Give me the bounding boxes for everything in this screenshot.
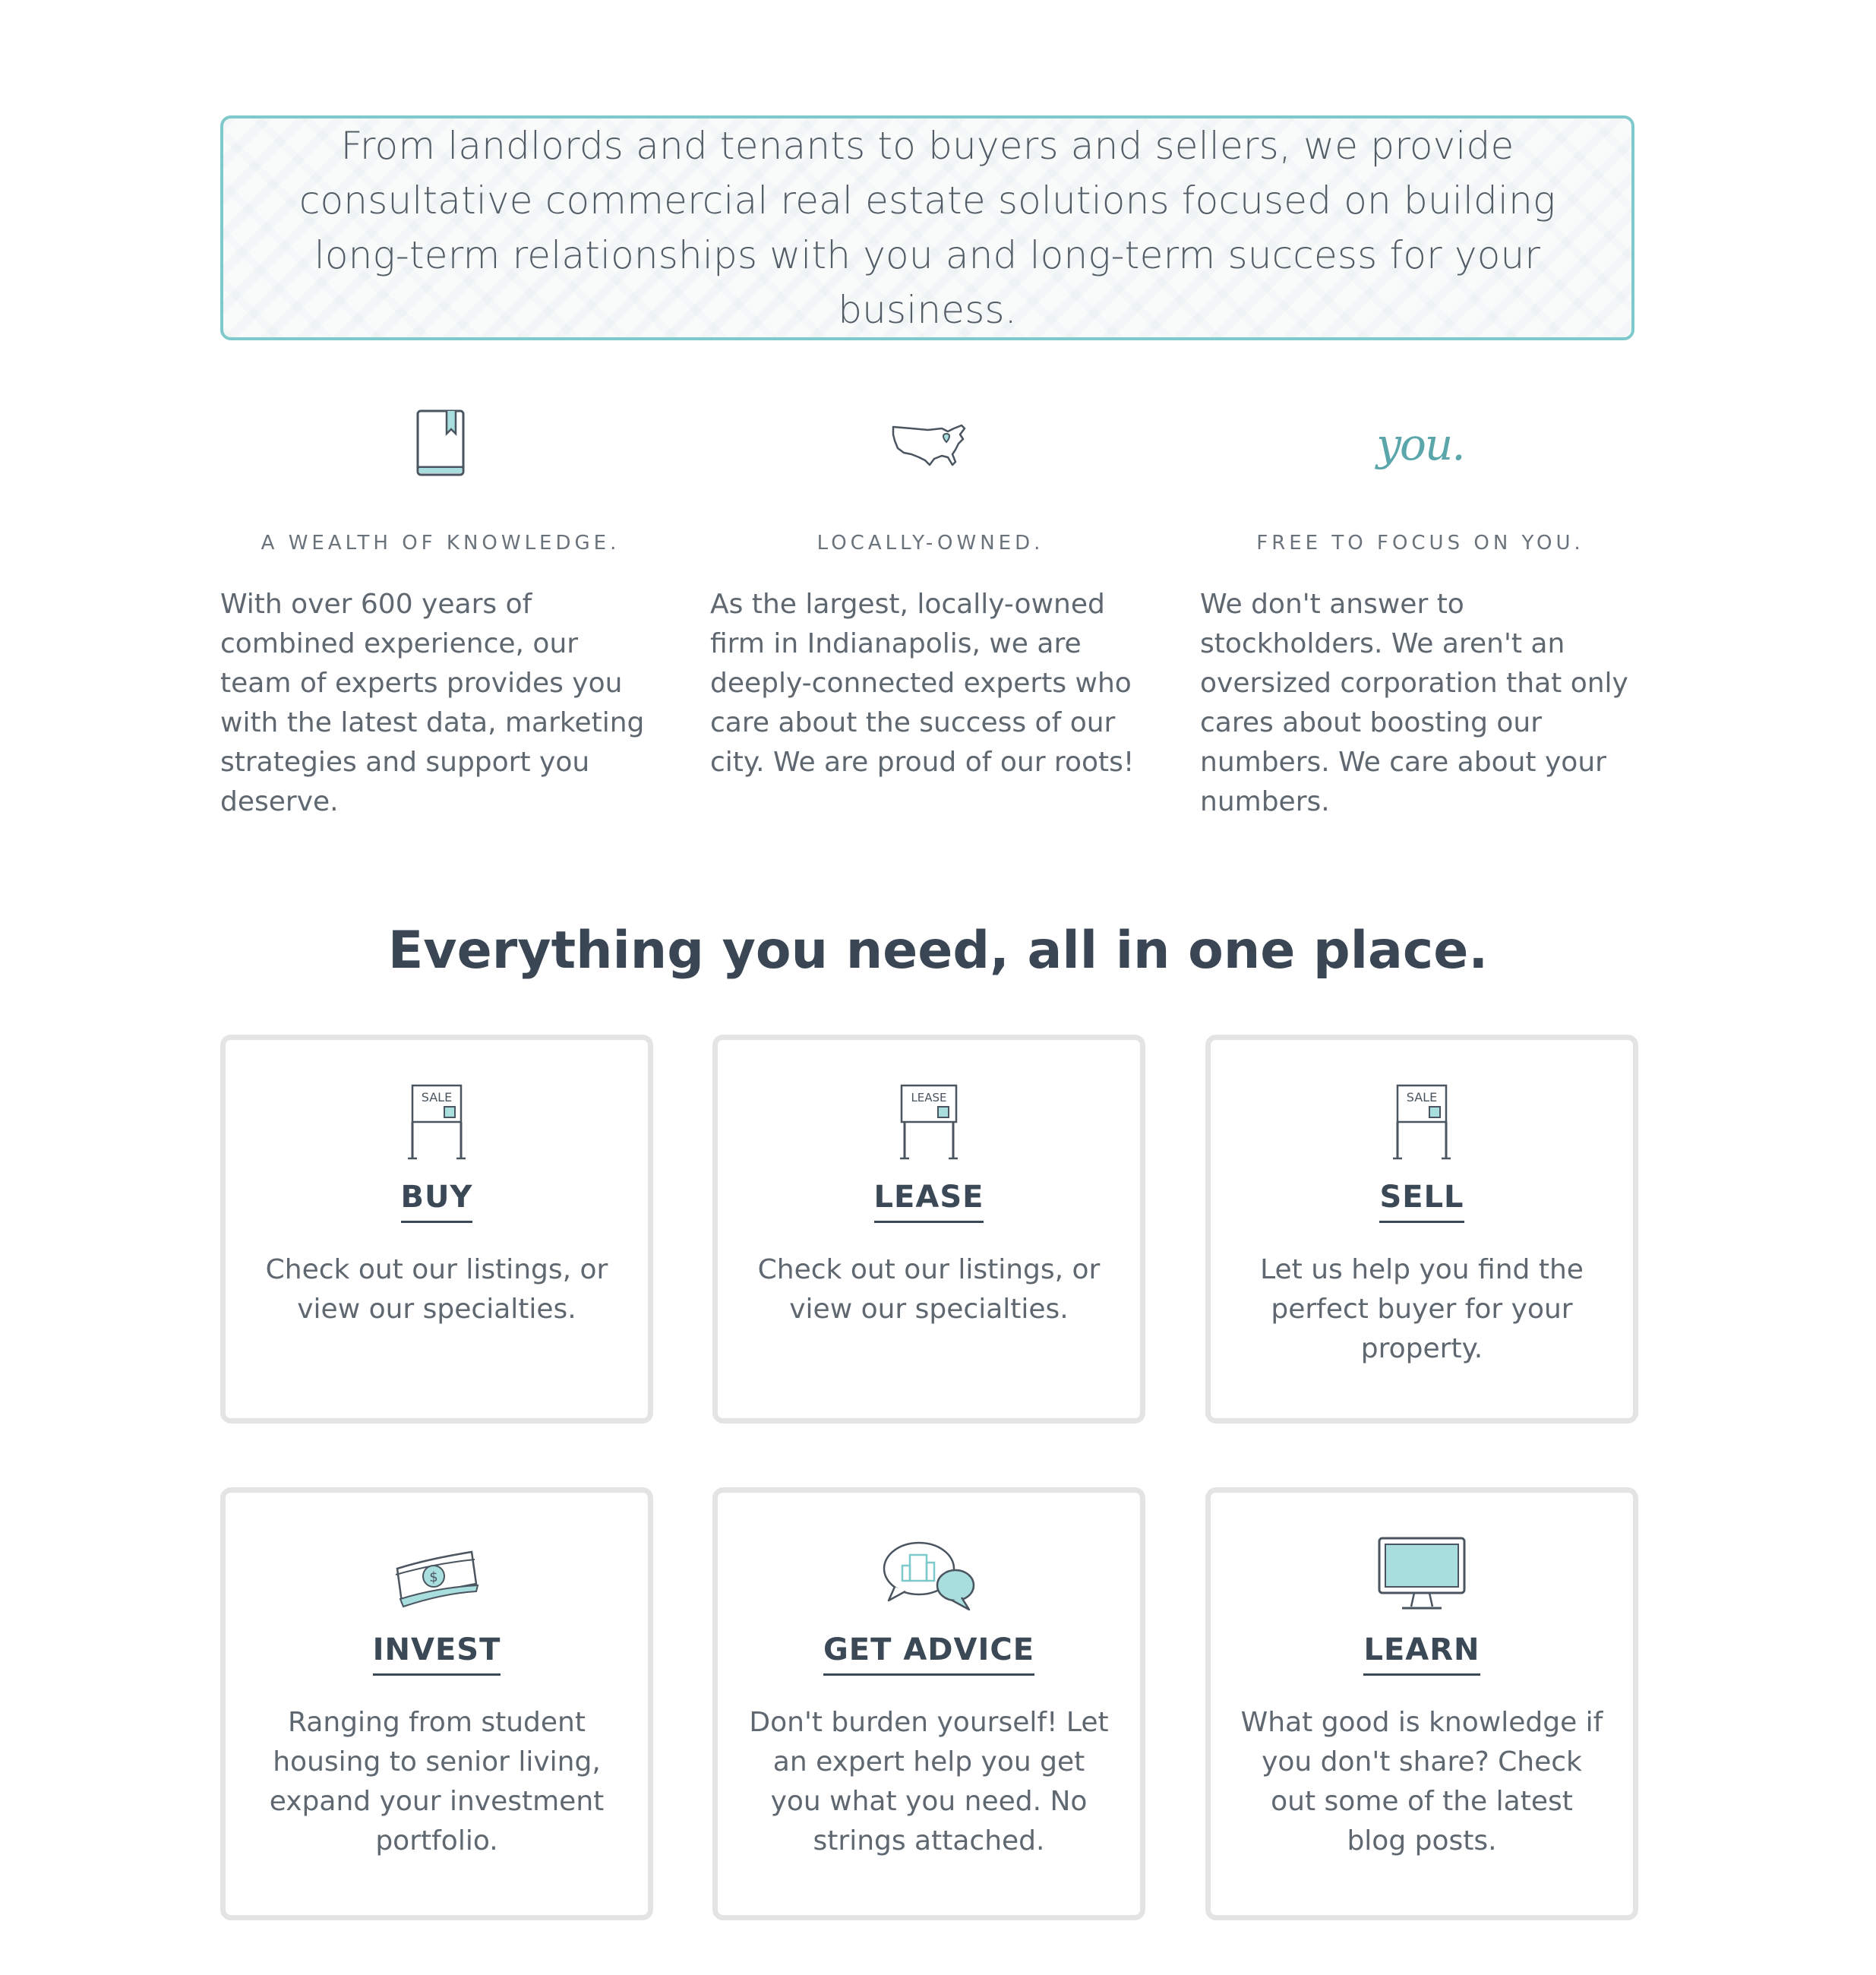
feature-focus: you. FREE TO FOCUS ON YOU. We don't answ… [1200, 403, 1641, 822]
feature-body: We don't answer to stockholders. We aren… [1200, 589, 1628, 817]
card-body: Ranging from student housing to senior l… [269, 1707, 605, 1856]
feature-local: LOCALLY-OWNED. As the largest, locally-o… [710, 403, 1151, 782]
card-title[interactable]: GET ADVICE [823, 1632, 1035, 1676]
you-script-icon: you. [1200, 403, 1641, 486]
chat-bubbles-icon [718, 1531, 1140, 1614]
card-invest[interactable]: $ INVEST Ranging from student housing to… [220, 1487, 653, 1920]
card-body: What good is knowledge if you don't shar… [1240, 1707, 1603, 1856]
card-title[interactable]: LEARN [1363, 1632, 1480, 1676]
card-sell[interactable]: SALE SELL Let us help you find the perfe… [1205, 1035, 1638, 1424]
sale-sign-icon: SALE [1211, 1078, 1633, 1161]
sign-label: SALE [1407, 1090, 1437, 1104]
card-body: Check out our listings, or view our spec… [265, 1254, 608, 1325]
feature-body: As the largest, locally-owned firm in In… [710, 589, 1135, 778]
card-title[interactable]: LEASE [873, 1180, 984, 1223]
usa-map-icon [710, 403, 1151, 486]
sale-sign-icon: SALE [226, 1078, 648, 1161]
card-title[interactable]: SELL [1379, 1180, 1464, 1223]
lease-sign-icon: LEASE [718, 1078, 1140, 1161]
you-script-text: you. [1376, 419, 1465, 470]
sign-label: LEASE [911, 1091, 946, 1104]
book-icon [220, 403, 661, 486]
feature-knowledge: A WEALTH OF KNOWLEDGE. With over 600 yea… [220, 403, 661, 822]
card-title[interactable]: BUY [400, 1180, 473, 1223]
card-body: Check out our listings, or view our spec… [757, 1254, 1101, 1325]
card-body: Don't burden yourself! Let an expert hel… [749, 1707, 1109, 1856]
card-title[interactable]: INVEST [372, 1632, 501, 1676]
card-body: Let us help you find the perfect buyer f… [1260, 1254, 1584, 1364]
feature-title: LOCALLY-OWNED. [816, 532, 1044, 555]
intro-text: From landlords and tenants to buyers and… [298, 124, 1556, 332]
monitor-icon [1211, 1531, 1633, 1614]
money-icon: $ [226, 1531, 648, 1614]
card-buy[interactable]: SALE BUY Check out our listings, or view… [220, 1035, 653, 1424]
services-heading: Everything you need, all in one place. [387, 921, 1489, 981]
sign-label: SALE [422, 1090, 452, 1104]
page: From landlords and tenants to buyers and… [0, 0, 1876, 1975]
card-learn[interactable]: LEARN What good is knowledge if you don'… [1205, 1487, 1638, 1920]
intro-box: From landlords and tenants to buyers and… [220, 115, 1634, 340]
feature-title: FREE TO FOCUS ON YOU. [1256, 532, 1584, 555]
card-lease[interactable]: LEASE LEASE Check out our listings, or v… [712, 1035, 1145, 1424]
feature-body: With over 600 years of combined experien… [220, 589, 645, 817]
card-get-advice[interactable]: GET ADVICE Don't burden yourself! Let an… [712, 1487, 1145, 1920]
svg-text:$: $ [429, 1569, 437, 1585]
feature-title: A WEALTH OF KNOWLEDGE. [261, 532, 621, 555]
